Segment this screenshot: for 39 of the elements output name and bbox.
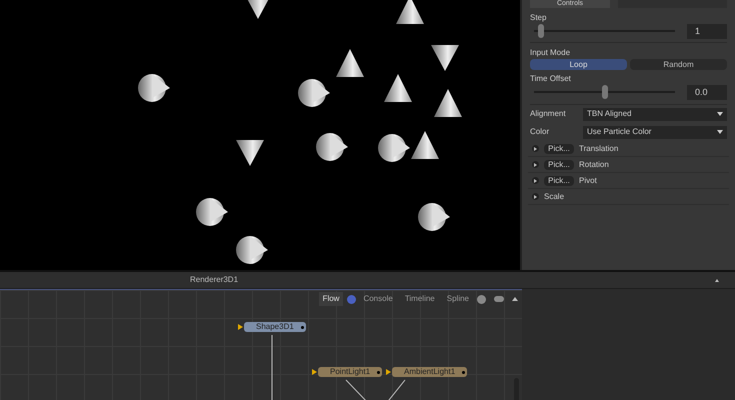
mode-button[interactable]: Random: [630, 59, 727, 70]
dropdown-label: Alignment: [530, 108, 567, 120]
expand-arrow-icon[interactable]: [532, 193, 539, 200]
flow-node[interactable]: Shape3D1: [244, 322, 306, 332]
number-field[interactable]: 1: [687, 24, 727, 38]
expand-arrow-icon[interactable]: [532, 145, 539, 152]
pick-button[interactable]: Pick...: [544, 176, 574, 186]
flow-node[interactable]: AmbientLight1: [392, 367, 468, 377]
scroll-up-icon[interactable]: [512, 297, 518, 301]
dropdown-arrow-icon: [717, 130, 723, 134]
mode-button[interactable]: Loop: [530, 59, 627, 70]
flow-tab[interactable]: Timeline: [400, 292, 439, 306]
number-field[interactable]: 0.0: [687, 84, 727, 100]
flow-tab[interactable]: Flow: [318, 292, 344, 306]
dropdown-arrow-icon: [717, 112, 723, 116]
info-icon[interactable]: [477, 294, 486, 304]
info-icon: [347, 294, 356, 304]
viewer-title: Renderer3D1: [190, 274, 238, 286]
dropdown[interactable]: Use Particle Color: [583, 126, 727, 138]
transform-label: Pivot: [579, 174, 597, 186]
dropdown-label: Color: [530, 126, 550, 138]
collapse-arrow-icon[interactable]: [715, 278, 719, 282]
expand-arrow-icon[interactable]: [532, 161, 539, 168]
slider-handle[interactable]: [538, 24, 544, 38]
transform-label: Translation: [579, 142, 618, 154]
flow-tab[interactable]: Spline: [442, 292, 473, 306]
flow-tab[interactable]: Console: [359, 292, 397, 306]
time-offset-label: Time Offset: [529, 73, 572, 83]
slider-handle[interactable]: [602, 85, 608, 99]
dropdown[interactable]: TBN Aligned: [583, 108, 727, 120]
pick-button[interactable]: Pick...: [544, 160, 574, 170]
pick-button[interactable]: Pick...: [544, 144, 574, 154]
transform-label: Scale: [544, 190, 564, 202]
flow-node[interactable]: PointLight1: [318, 367, 382, 377]
chat-icon[interactable]: [494, 296, 504, 302]
input-mode-label: Input Mode: [529, 47, 572, 57]
step-label: Step: [529, 12, 548, 22]
transform-label: Rotation: [579, 158, 609, 170]
expand-arrow-icon[interactable]: [532, 177, 539, 184]
